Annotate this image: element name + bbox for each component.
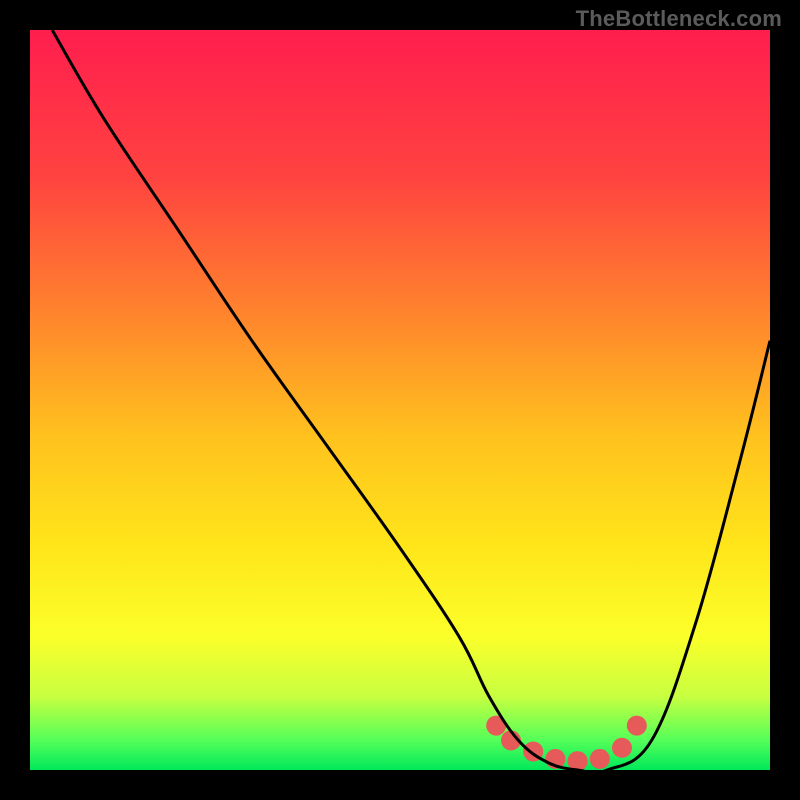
gradient-background	[30, 30, 770, 770]
bottleneck-chart	[0, 0, 800, 800]
highlight-dot	[612, 738, 632, 758]
highlight-dot	[627, 716, 647, 736]
highlight-dot	[590, 749, 610, 769]
chart-container: TheBottleneck.com	[0, 0, 800, 800]
watermark-text: TheBottleneck.com	[576, 6, 782, 32]
